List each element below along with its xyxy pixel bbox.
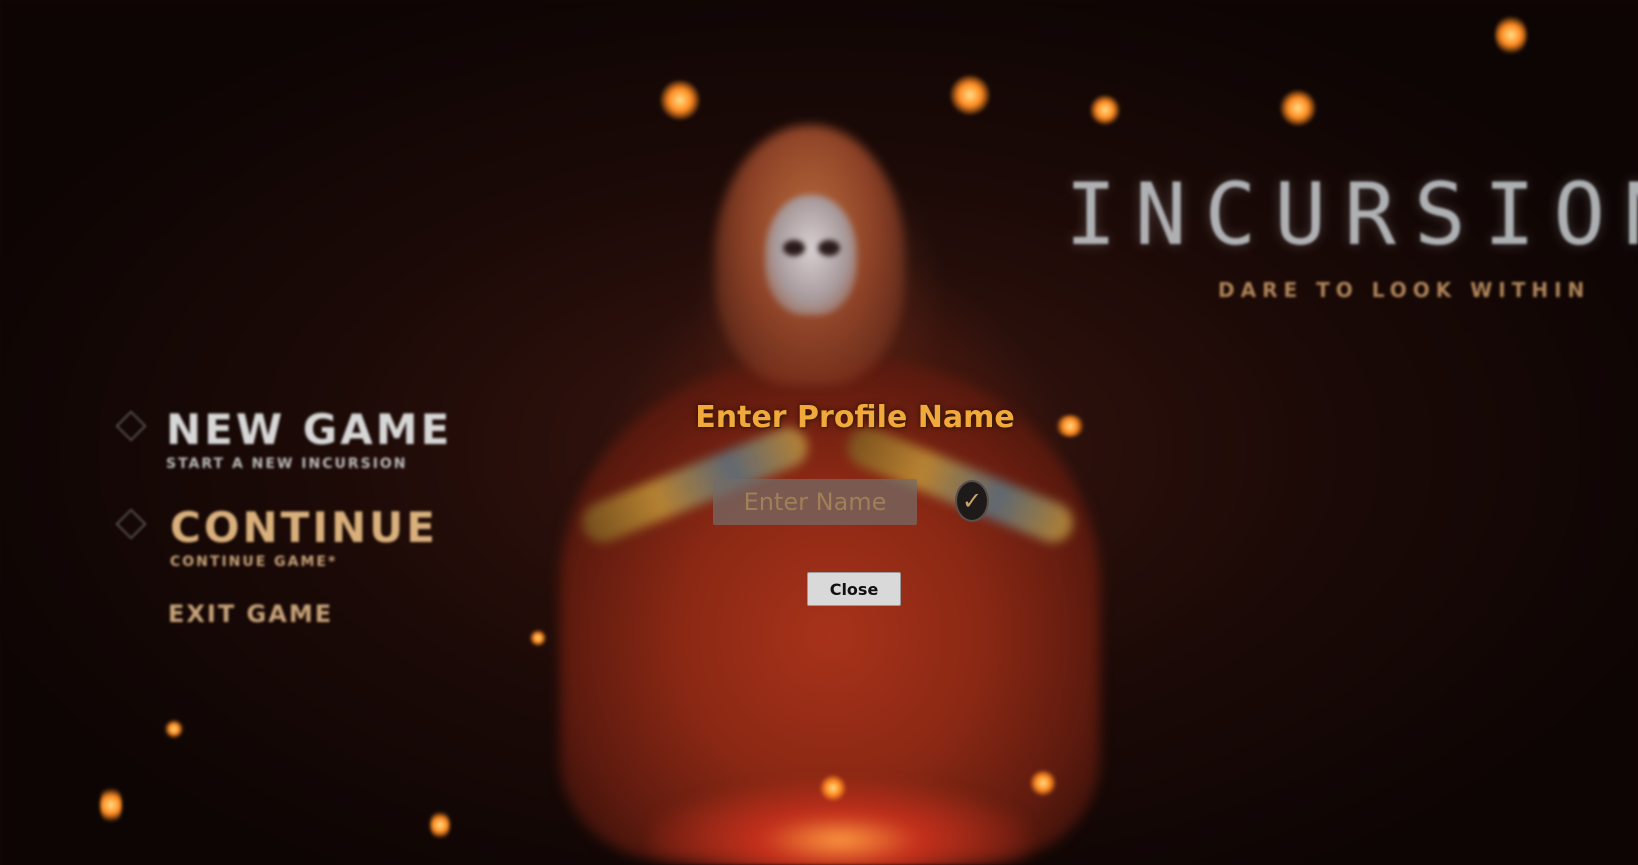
skull-eye — [818, 240, 840, 256]
figure-skull — [765, 195, 857, 315]
menu-item-continue[interactable]: CONTINUE CONTINUE GAME* — [115, 503, 438, 570]
confirm-button[interactable]: ✓ — [955, 480, 989, 522]
ember — [1030, 770, 1056, 796]
ember — [820, 775, 846, 801]
close-button[interactable]: Close — [807, 572, 901, 606]
ember — [1090, 95, 1120, 125]
ember — [165, 720, 183, 738]
dialog-title: Enter Profile Name — [695, 400, 1015, 435]
profile-name-input[interactable] — [713, 479, 917, 525]
ember — [430, 810, 450, 840]
checkmark-icon: ✓ — [961, 487, 983, 515]
menu-item-continue-subtitle: CONTINUE GAME* — [170, 554, 338, 570]
ember — [950, 75, 990, 115]
ember — [1280, 90, 1316, 126]
menu-item-exit-game[interactable]: EXIT GAME — [168, 598, 333, 628]
ember — [660, 80, 700, 120]
menu-item-exit-game-title: EXIT GAME — [168, 600, 334, 628]
skull-eye — [783, 240, 805, 256]
ember — [530, 630, 546, 646]
menu-item-continue-title: CONTINUE — [170, 503, 438, 552]
game-logo: INCURSION — [1065, 165, 1638, 265]
diamond-icon — [115, 508, 147, 540]
ember — [1495, 15, 1527, 55]
menu-item-new-game-subtitle: START A NEW INCURSION — [166, 456, 408, 472]
ember — [100, 785, 122, 825]
game-tagline: DARE TO LOOK WITHIN — [1218, 278, 1591, 302]
